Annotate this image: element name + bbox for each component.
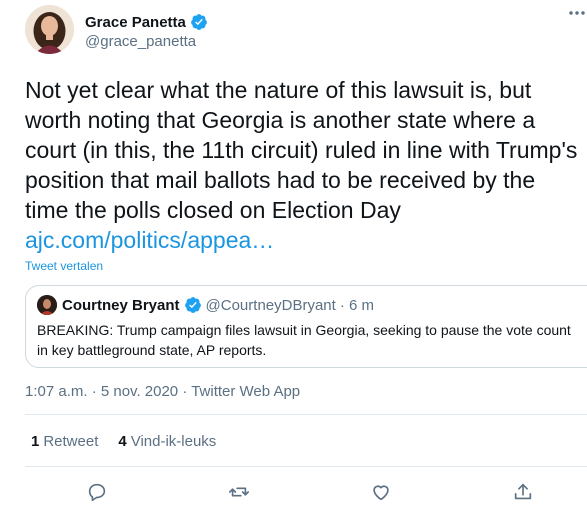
likes-label: Vind-ik-leuks bbox=[130, 433, 217, 450]
quote-author-handle: @CourtneyDBryant bbox=[205, 296, 336, 314]
heart-icon[interactable] bbox=[370, 481, 392, 503]
retweets-stat[interactable]: 1 Retweet bbox=[31, 433, 98, 450]
retweets-count: 1 bbox=[31, 433, 40, 450]
quoted-tweet[interactable]: Courtney Bryant @CourtneyDBryant · 6 m B… bbox=[25, 285, 587, 368]
action-bar bbox=[0, 481, 587, 503]
tweet-timestamp[interactable]: 1:07 a.m. · 5 nov. 2020 · Twitter Web Ap… bbox=[25, 383, 300, 400]
divider bbox=[25, 414, 587, 415]
more-options-icon[interactable] bbox=[567, 2, 587, 24]
author-name-row: Grace Panetta bbox=[85, 12, 208, 32]
reply-icon[interactable] bbox=[86, 481, 108, 503]
share-icon[interactable] bbox=[512, 481, 534, 503]
verified-badge-icon bbox=[184, 296, 202, 314]
quote-timestamp: · 6 m bbox=[339, 296, 374, 314]
divider bbox=[25, 466, 587, 467]
translate-tweet-link[interactable]: Tweet vertalen bbox=[25, 259, 103, 273]
verified-badge-icon bbox=[190, 13, 208, 31]
quote-author-row: Courtney Bryant @CourtneyDBryant · 6 m bbox=[62, 295, 374, 315]
tweet-link[interactable]: ajc.com/politics/appea… bbox=[25, 225, 274, 255]
quote-author-name: Courtney Bryant bbox=[62, 296, 180, 314]
author-avatar[interactable] bbox=[25, 5, 74, 54]
quote-author-avatar bbox=[37, 295, 57, 315]
quote-text: BREAKING: Trump campaign files lawsuit i… bbox=[37, 322, 571, 358]
author-handle[interactable]: @grace_panetta bbox=[85, 33, 196, 50]
likes-stat[interactable]: 4 Vind-ik-leuks bbox=[118, 433, 216, 450]
engagement-stats: 1 Retweet 4 Vind-ik-leuks bbox=[31, 433, 216, 450]
likes-count: 4 bbox=[118, 433, 127, 450]
tweet-card: Grace Panetta @grace_panetta Not yet cle… bbox=[0, 0, 587, 506]
retweet-icon[interactable] bbox=[228, 481, 250, 503]
retweets-label: Retweet bbox=[43, 433, 99, 450]
author-name[interactable]: Grace Panetta bbox=[85, 14, 186, 31]
tweet-text: Not yet clear what the nature of this la… bbox=[25, 77, 578, 223]
